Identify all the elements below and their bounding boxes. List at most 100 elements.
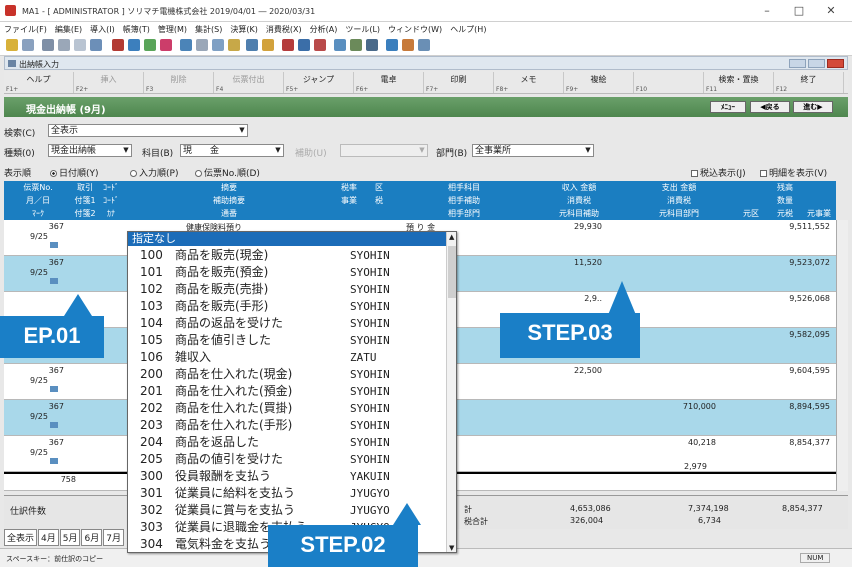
- fkey-code: F7+: [426, 86, 439, 93]
- tab-month[interactable]: 全表示: [4, 529, 38, 546]
- fkey-button[interactable]: ジャンプ F5+: [284, 72, 354, 93]
- toolbar-icon[interactable]: [144, 39, 156, 51]
- toolbar-icon[interactable]: [6, 39, 18, 51]
- menu-item[interactable]: 消費税(X): [262, 22, 306, 35]
- scroll-up-icon[interactable]: ▲: [449, 233, 454, 241]
- cut-icon[interactable]: [42, 39, 54, 51]
- tax-checkbox[interactable]: 税込表示(J): [691, 166, 746, 179]
- toolbar-icon[interactable]: [282, 39, 294, 51]
- next-button[interactable]: 進む▶: [793, 101, 833, 113]
- tab-month[interactable]: 7月: [103, 529, 124, 546]
- dept-select[interactable]: 全事業所 ▼: [472, 144, 594, 157]
- menu-item[interactable]: 管理(M): [154, 22, 191, 35]
- menu-item[interactable]: 編集(E): [51, 22, 86, 35]
- dropdown-item-code: 200: [140, 367, 163, 381]
- dropdown-item[interactable]: 101 商品を販売(預金) SYOHIN: [128, 264, 446, 281]
- toolbar-icon[interactable]: [350, 39, 362, 51]
- dropdown-scrollbar[interactable]: ▲ ▼: [446, 232, 456, 552]
- dept-label: 部門(B): [436, 149, 468, 159]
- menu-item[interactable]: 導入(I): [86, 22, 119, 35]
- fkey-button[interactable]: 検索・置換 F11: [704, 72, 774, 93]
- menu-item[interactable]: ツール(L): [341, 22, 384, 35]
- maximize-button[interactable]: □: [784, 3, 814, 19]
- dropdown-item[interactable]: 104 商品の返品を受けた SYOHIN: [128, 315, 446, 332]
- toolbar-icon[interactable]: [366, 39, 378, 51]
- toolbar-icon[interactable]: [90, 39, 102, 51]
- mdi-close-button[interactable]: [827, 59, 844, 68]
- fkey-button[interactable]: 削除 F3: [144, 72, 214, 93]
- detail-checkbox[interactable]: 明細を表示(V): [760, 166, 827, 179]
- dropdown-item[interactable]: 105 商品を値引きした SYOHIN: [128, 332, 446, 349]
- dropdown-item[interactable]: 201 商品を仕入れた(預金) SYOHIN: [128, 383, 446, 400]
- dropdown-item[interactable]: 103 商品を販売(手形) SYOHIN: [128, 298, 446, 315]
- toolbar-icon[interactable]: [196, 39, 208, 51]
- order-input-radio[interactable]: 入力順(P): [130, 166, 178, 179]
- fkey-button[interactable]: ヘルプ F1+: [4, 72, 74, 93]
- order-no-radio[interactable]: 伝票No.順(D): [195, 166, 260, 179]
- paste-icon[interactable]: [74, 39, 86, 51]
- fkey-button[interactable]: 終了 F12: [774, 72, 844, 93]
- toolbar-icon[interactable]: [180, 39, 192, 51]
- type-select[interactable]: 現金出納帳 ▼: [48, 144, 132, 157]
- toolbar-icon[interactable]: [298, 39, 310, 51]
- dropdown-item-code: 204: [140, 435, 163, 449]
- dropdown-item-kana: ZATU: [350, 351, 377, 364]
- mdi-minimize-button[interactable]: [789, 59, 806, 68]
- search-select[interactable]: 全表示 ▼: [48, 124, 248, 137]
- dropdown-item-code: 102: [140, 282, 163, 296]
- dropdown-item[interactable]: 106 雑収入 ZATU: [128, 349, 446, 366]
- menu-item[interactable]: ウィンドウ(W): [384, 22, 446, 35]
- dropdown-item[interactable]: 205 商品の値引を受けた SYOHIN: [128, 451, 446, 468]
- dropdown-item[interactable]: 301 従業員に給料を支払う JYUGYO: [128, 485, 446, 502]
- fkey-button[interactable]: F10: [634, 72, 704, 93]
- menu-item[interactable]: 分析(A): [306, 22, 342, 35]
- dropdown-item[interactable]: 200 商品を仕入れた(現金) SYOHIN: [128, 366, 446, 383]
- fkey-button[interactable]: メモ F8+: [494, 72, 564, 93]
- close-button[interactable]: ✕: [816, 3, 846, 19]
- menu-item[interactable]: 決算(K): [226, 22, 262, 35]
- dropdown-item[interactable]: 102 商品を販売(売掛) SYOHIN: [128, 281, 446, 298]
- grid-scrollbar[interactable]: [836, 220, 848, 491]
- menu-item[interactable]: 帳簿(T): [119, 22, 154, 35]
- menu-item[interactable]: 集計(S): [191, 22, 226, 35]
- scroll-thumb[interactable]: [448, 246, 456, 298]
- toolbar-icon[interactable]: [334, 39, 346, 51]
- minimize-button[interactable]: –: [752, 3, 782, 19]
- scroll-down-icon[interactable]: ▼: [449, 544, 454, 552]
- account-select[interactable]: 現 金 ▼: [180, 144, 284, 157]
- menu-item[interactable]: ファイル(F): [0, 22, 51, 35]
- toolbar-icon[interactable]: [128, 39, 140, 51]
- fkey-label: メモ: [520, 75, 537, 84]
- toolbar-icon[interactable]: [402, 39, 414, 51]
- dropdown-item[interactable]: 203 商品を仕入れた(手形) SYOHIN: [128, 417, 446, 434]
- dropdown-item[interactable]: 100 商品を販売(現金) SYOHIN: [128, 247, 446, 264]
- toolbar-icon[interactable]: [112, 39, 124, 51]
- dropdown-item[interactable]: 300 役員報酬を支払う YAKUIN: [128, 468, 446, 485]
- fkey-button[interactable]: 電卓 F6+: [354, 72, 424, 93]
- menu-button[interactable]: ﾒﾆｭｰ: [710, 101, 746, 113]
- order-date-radio[interactable]: 日付順(Y): [50, 166, 99, 179]
- tab-month[interactable]: 5月: [59, 529, 81, 546]
- dropdown-item[interactable]: 204 商品を返品した SYOHIN: [128, 434, 446, 451]
- menu-item[interactable]: ヘルプ(H): [446, 22, 490, 35]
- copy-icon[interactable]: [58, 39, 70, 51]
- back-button[interactable]: ◀戻る: [750, 101, 790, 113]
- dropdown-item[interactable]: 202 商品を仕入れた(買掛) SYOHIN: [128, 400, 446, 417]
- toolbar-icon[interactable]: [246, 39, 258, 51]
- toolbar-icon[interactable]: [418, 39, 430, 51]
- toolbar-icon[interactable]: [314, 39, 326, 51]
- tab-month[interactable]: 6月: [81, 529, 103, 546]
- help-icon[interactable]: [386, 39, 398, 51]
- heart-icon[interactable]: [160, 39, 172, 51]
- tab-month[interactable]: 4月: [38, 529, 59, 546]
- fkey-button[interactable]: 印刷 F7+: [424, 72, 494, 93]
- toolbar-icon[interactable]: [22, 39, 34, 51]
- fkey-button[interactable]: 挿入 F2+: [74, 72, 144, 93]
- fkey-button[interactable]: 伝票付出 F4: [214, 72, 284, 93]
- fkey-button[interactable]: 複絵 F9+: [564, 72, 634, 93]
- mdi-restore-button[interactable]: [808, 59, 825, 68]
- toolbar-icon[interactable]: [228, 39, 240, 51]
- toolbar-icon[interactable]: [212, 39, 224, 51]
- toolbar-icon[interactable]: [262, 39, 274, 51]
- dropdown-selected[interactable]: 指定なし: [128, 232, 446, 246]
